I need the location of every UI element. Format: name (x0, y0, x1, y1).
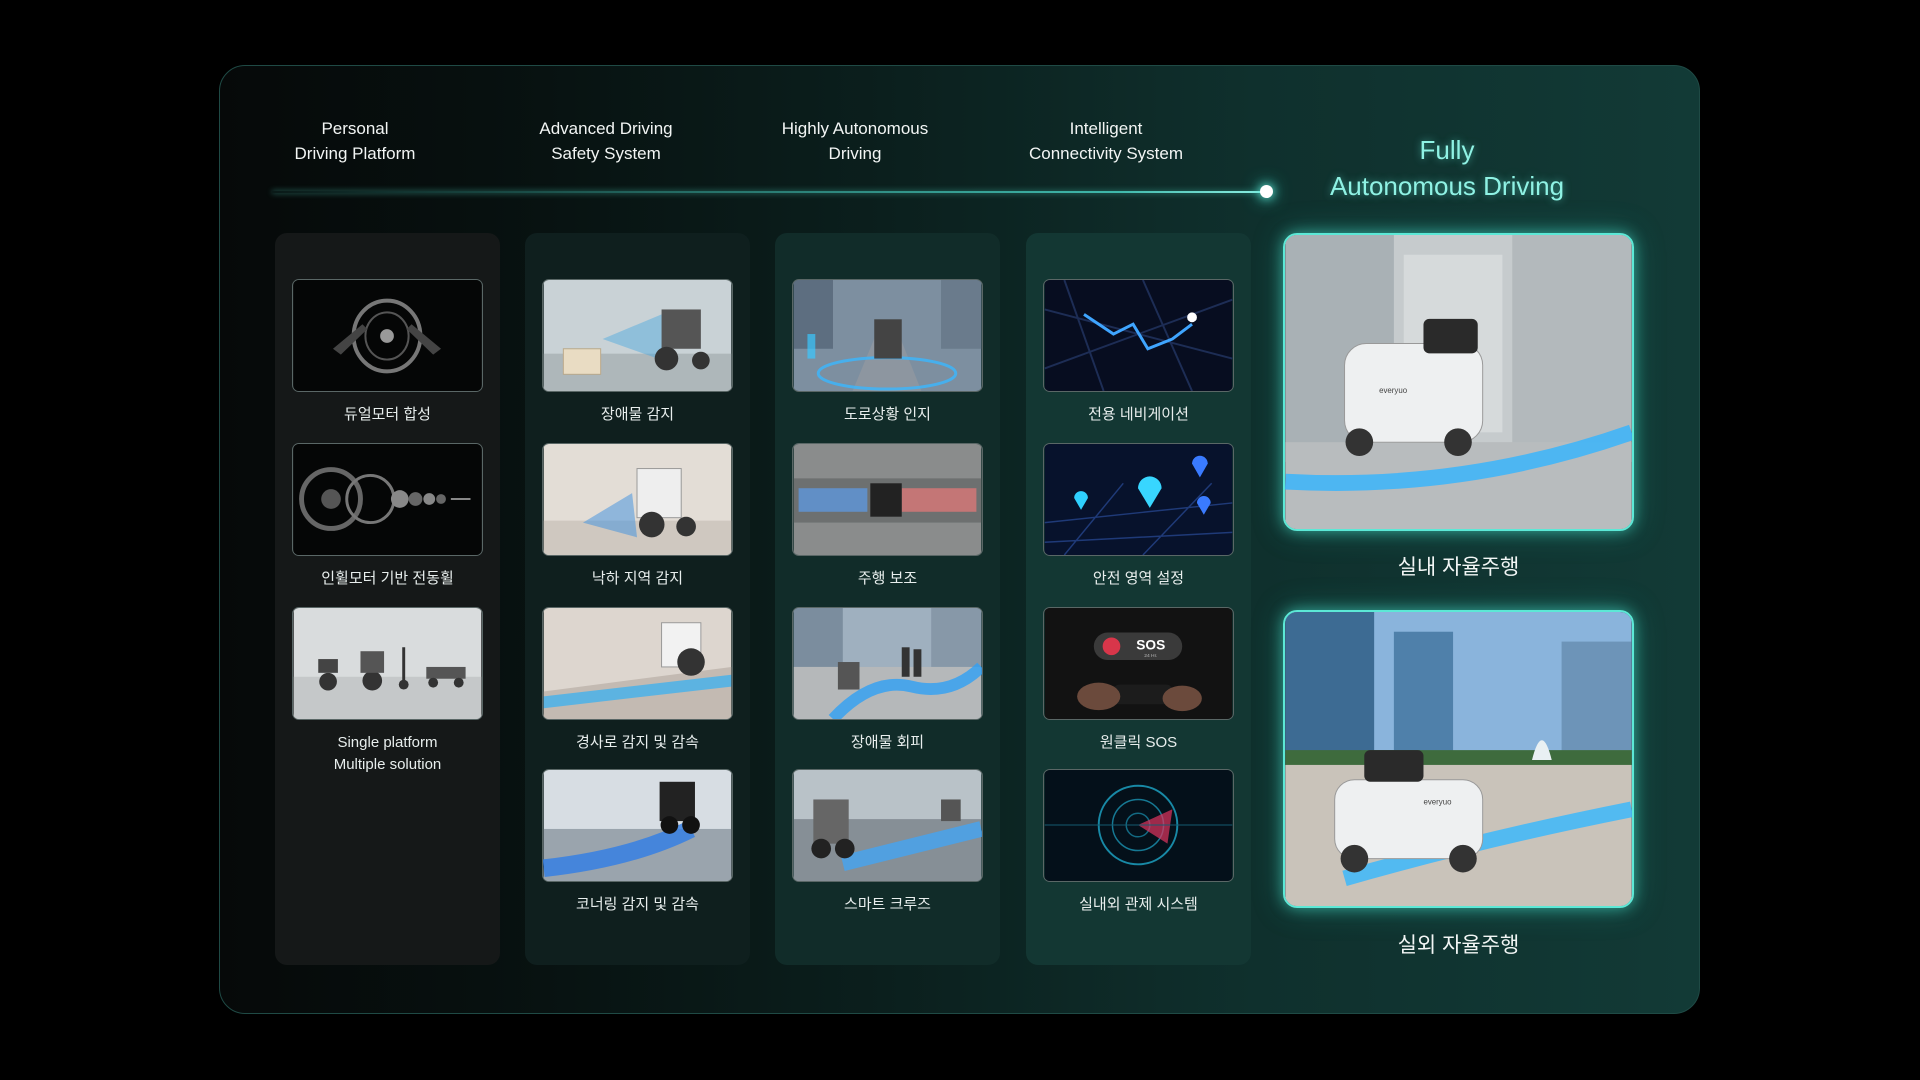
stage-header-highly-autonomous: Highly Autonomous Driving (730, 116, 980, 166)
in-wheel-motor-exploded-icon (292, 443, 483, 556)
final-item-label: 실내 자율주행 (1397, 556, 1520, 579)
stage-title-line: Driving Platform (294, 144, 416, 163)
feature-label: 실내외 관제 시스템 (1079, 896, 1198, 913)
roadmap-panel: Personal Driving Platform Advanced Drivi… (219, 65, 1700, 1014)
stage-header-safety: Advanced Driving Safety System (481, 116, 731, 166)
road-recognition-icon (792, 279, 983, 392)
final-title-line: Autonomous Driving (1329, 171, 1565, 201)
stage-header-connectivity: Intelligent Connectivity System (981, 116, 1231, 166)
feature-card[interactable]: 안전 영역 설정 (1043, 443, 1234, 590)
column-personal-platform: 듀얼모터 합성 인휠모터 기반 전동휠 Single platform Mult… (275, 233, 500, 965)
feature-label: 인휠모터 기반 전동휠 (321, 570, 454, 587)
sos-text: SOS (1136, 637, 1165, 652)
final-title-line: Fully (1419, 135, 1475, 165)
feature-label: 경사로 감지 및 감속 (576, 734, 699, 751)
outdoor-autonomous-icon[interactable]: everyuo (1283, 610, 1634, 908)
cornering-detection-icon (542, 769, 733, 882)
feature-label: 원클릭 SOS (1099, 734, 1178, 751)
progress-dot (1260, 185, 1273, 198)
feature-label-line: Multiple solution (333, 756, 442, 773)
final-item-label: 실외 자율주행 (1397, 934, 1520, 957)
column-safety-system: 장애물 감지 낙하 지역 감지 경사로 감지 및 감속 코너링 감지 및 감속 (525, 233, 750, 965)
final-stage-title: Fully Autonomous Driving (1282, 132, 1612, 204)
feature-card[interactable]: 전용 네비게이션 (1043, 279, 1234, 426)
feature-card[interactable]: SOS 24 Hr. 원클릭 SOS (1043, 607, 1234, 754)
driving-assist-icon (792, 443, 983, 556)
drop-zone-detection-icon (542, 443, 733, 556)
feature-card[interactable]: 코너링 감지 및 감속 (542, 769, 733, 916)
feature-card[interactable]: 실내외 관제 시스템 (1043, 769, 1234, 916)
feature-label: 전용 네비게이션 (1088, 406, 1189, 423)
dual-motor-wheel-icon (292, 279, 483, 392)
sos-subtext: 24 Hr. (1144, 653, 1157, 659)
feature-label: 낙하 지역 감지 (591, 570, 684, 587)
smart-cruise-icon (792, 769, 983, 882)
brand-text: everyuo (1379, 386, 1408, 395)
feature-card[interactable]: 스마트 크루즈 (792, 769, 983, 916)
stage-title-line: Safety System (551, 144, 661, 163)
feature-label: Single platform Multiple solution (292, 732, 483, 776)
indoor-autonomous-icon[interactable]: everyuo (1283, 233, 1634, 531)
stage-title-line: Driving (828, 144, 882, 163)
column-connectivity: 전용 네비게이션 안전 영역 설정 SOS 24 Hr. 원클릭 SOS 실내외… (1026, 233, 1251, 965)
stage-title-line: Advanced Driving (539, 119, 673, 138)
sos-phone-icon: SOS 24 Hr. (1043, 607, 1234, 720)
slope-detection-icon (542, 607, 733, 720)
obstacle-detection-icon (542, 279, 733, 392)
stage-title-line: Connectivity System (1029, 144, 1183, 163)
obstacle-avoidance-icon (792, 607, 983, 720)
feature-label: 주행 보조 (857, 570, 918, 587)
stage-title-line: Intelligent (1069, 119, 1143, 138)
feature-card[interactable]: 장애물 감지 (542, 279, 733, 426)
feature-card[interactable]: 듀얼모터 합성 (292, 279, 483, 426)
feature-label: 안전 영역 설정 (1092, 570, 1185, 587)
feature-card[interactable]: 낙하 지역 감지 (542, 443, 733, 590)
feature-label: 스마트 크루즈 (844, 896, 931, 913)
feature-card[interactable]: 인휠모터 기반 전동휠 (292, 443, 483, 590)
brand-text: everyuo (1423, 797, 1452, 806)
feature-label: 장애물 회피 (850, 734, 925, 751)
feature-label: 장애물 감지 (600, 406, 675, 423)
stage-header-personal: Personal Driving Platform (230, 116, 480, 166)
column-highly-autonomous: 도로상황 인지 주행 보조 장애물 회피 스마트 크루즈 (775, 233, 1000, 965)
feature-label-line: Single platform (337, 734, 438, 751)
feature-label: 도로상황 인지 (844, 406, 931, 423)
feature-card[interactable]: Single platform Multiple solution (292, 607, 483, 776)
feature-card[interactable]: 도로상황 인지 (792, 279, 983, 426)
stage-title-line: Personal (321, 119, 389, 138)
safe-zone-pins-icon (1043, 443, 1234, 556)
feature-label: 코너링 감지 및 감속 (576, 896, 699, 913)
radar-monitor-icon (1043, 769, 1234, 882)
stage-title-line: Highly Autonomous (781, 119, 929, 138)
feature-card[interactable]: 장애물 회피 (792, 607, 983, 754)
progress-track (272, 191, 1268, 193)
vehicle-lineup-icon (292, 607, 483, 720)
feature-card[interactable]: 경사로 감지 및 감속 (542, 607, 733, 754)
feature-card[interactable]: 주행 보조 (792, 443, 983, 590)
feature-label: 듀얼모터 합성 (344, 406, 431, 423)
navigation-map-icon (1043, 279, 1234, 392)
